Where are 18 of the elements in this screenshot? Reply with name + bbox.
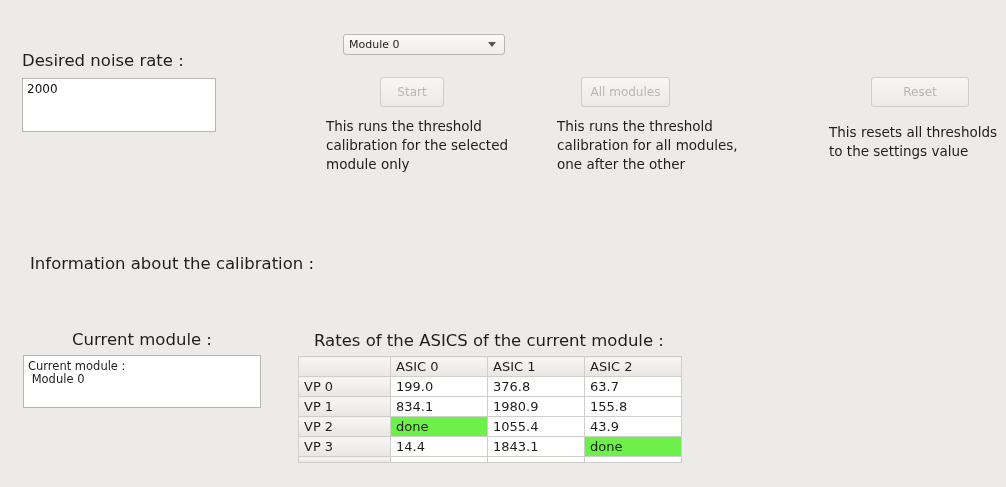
module-dropdown[interactable]: Module 0 [343,34,505,55]
current-module-box: Current module : Module 0 [23,355,261,408]
column-header: ASIC 2 [584,356,682,377]
row-header: VP 2 [298,416,391,437]
action-description: This resets all thresholds to the settings value [829,123,999,161]
info-heading: Information about the calibration : [30,254,316,273]
action-description: This runs the threshold calibration for all modules, one after the other [557,117,739,174]
noise-rate-field[interactable]: 2000 [22,78,216,132]
dropdown-arrow-icon [488,42,496,47]
current-module-label: Current module : [72,331,212,349]
rates-title: Rates of the ASICS of the current module : [314,331,665,350]
row-header: VP 3 [298,436,391,457]
action-description: This runs the threshold calibration for the selected module only [326,117,510,174]
row-header: VP 1 [298,396,391,417]
row-header: VP 0 [298,376,391,397]
column-header: ASIC 0 [390,356,488,377]
column-header: ASIC 1 [487,356,585,377]
noise-rate-label: Desired noise rate : [22,52,185,70]
